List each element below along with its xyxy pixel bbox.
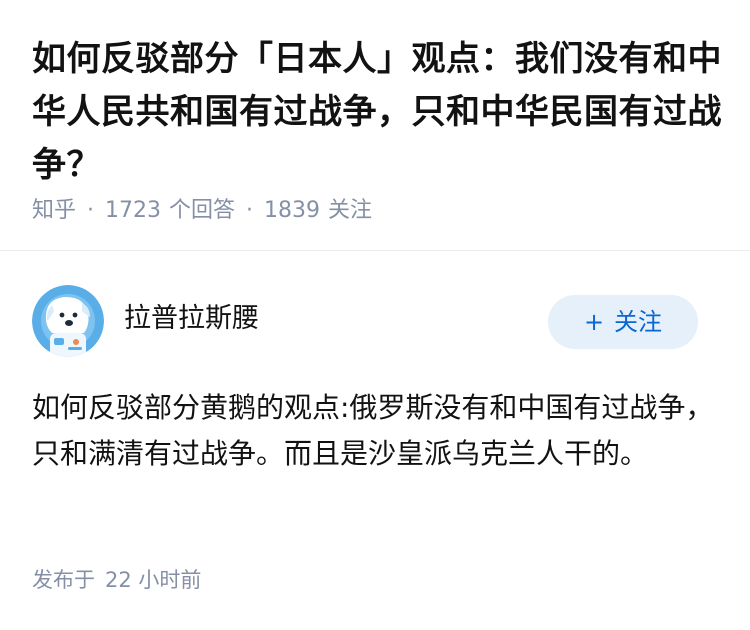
author-avatar[interactable] [32, 285, 104, 357]
meta-separator: · [87, 198, 95, 223]
followers-count: 1839 [264, 198, 321, 223]
answers-label: 个回答 [169, 198, 236, 223]
follow-button-label: 关注 [614, 308, 663, 336]
question-header: 如何反驳部分「日本人」观点：我们没有和中华人民共和国有过战争，只和中华民国有过战… [0, 0, 750, 250]
publish-time-value: 22 小时前 [105, 568, 202, 592]
plus-icon: + [583, 308, 605, 336]
publish-label: 发布于 [32, 568, 95, 592]
answer-content[interactable]: 如何反驳部分黄鹅的观点:俄罗斯没有和中国有过战争，只和满清有过战争。而且是沙皇派… [32, 385, 718, 477]
source-label[interactable]: 知乎 [32, 198, 76, 223]
astronaut-dog-avatar-icon [32, 285, 104, 357]
question-meta: 知乎 · 1723 个回答 · 1839 关注 [32, 196, 372, 226]
answers-count: 1723 [105, 198, 162, 223]
meta-separator: · [246, 198, 254, 223]
answer-card: 拉普拉斯腰 + 关注 如何反驳部分黄鹅的观点:俄罗斯没有和中国有过战争，只和满清有… [0, 251, 750, 630]
author-name[interactable]: 拉普拉斯腰 [124, 301, 259, 337]
followers-label: 关注 [328, 198, 373, 223]
question-title[interactable]: 如何反驳部分「日本人」观点：我们没有和中华人民共和国有过战争，只和中华民国有过战… [32, 33, 722, 192]
publish-time: 发布于 22 小时前 [32, 565, 201, 595]
follow-button[interactable]: + 关注 [548, 295, 698, 349]
